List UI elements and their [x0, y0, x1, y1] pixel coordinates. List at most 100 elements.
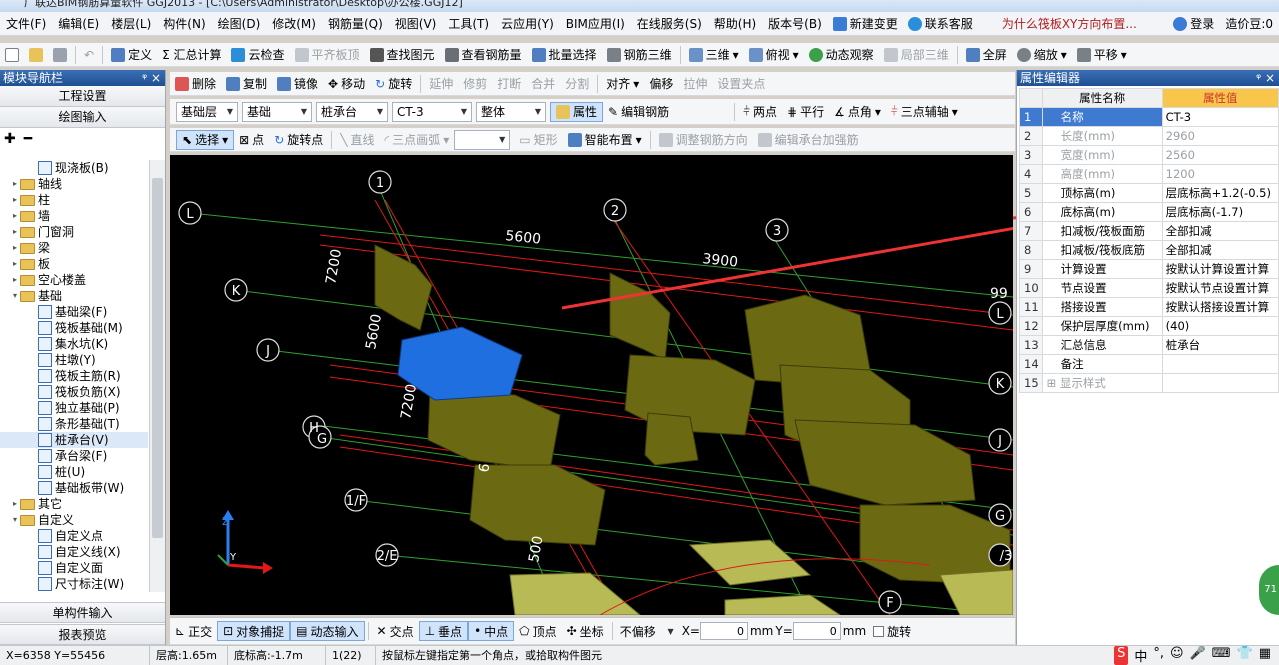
tree-folder[interactable]: ▸ 墙	[0, 208, 148, 224]
perpendicular-snap[interactable]: ⊥ 垂点	[418, 621, 469, 641]
element-select[interactable]: CT-3 ▼	[392, 101, 472, 122]
menu-rebar[interactable]: 钢筋量(Q)	[322, 15, 389, 32]
undo-button[interactable]: ↶	[79, 45, 99, 65]
save-button[interactable]	[48, 45, 72, 65]
property-value[interactable]: 2960	[1161, 126, 1279, 146]
tree-item[interactable]: 柱墩(Y)	[0, 352, 148, 368]
property-row[interactable]: 15 ⊞ 显示样式	[1019, 373, 1279, 393]
tree-item[interactable]: 尺寸标注(W)	[0, 576, 148, 592]
tree-item[interactable]: 现浇板(B)	[0, 160, 148, 176]
point-button[interactable]: ⊠ 点	[234, 130, 269, 150]
two-point-axis-button[interactable]: ⫩ 两点	[738, 102, 782, 122]
zoom-button[interactable]: 缩放 ▾	[1012, 45, 1072, 65]
merge-button[interactable]: 合并	[526, 74, 560, 94]
line-button[interactable]: ╲ 直线	[335, 130, 379, 150]
expand-toggle-icon[interactable]: ▾	[10, 512, 20, 528]
edit-cap-reinforcement-button[interactable]: 编辑承台加强筋	[753, 130, 864, 150]
rebar-3d-button[interactable]: 钢筋三维	[602, 45, 677, 65]
property-row[interactable]: 10 节点设置 按默认节点设置计算	[1019, 278, 1279, 298]
category-select[interactable]: 基础 ▼	[242, 101, 312, 122]
menu-bim[interactable]: BIM应用(I)	[560, 15, 631, 32]
tree-folder[interactable]: ▾ 自定义	[0, 512, 148, 528]
property-value[interactable]: CT-3	[1161, 107, 1279, 127]
expand-toggle-icon[interactable]: ▸	[10, 176, 20, 192]
menu-file[interactable]: 文件(F)	[0, 15, 52, 32]
project-settings-button[interactable]: 工程设置	[0, 86, 165, 107]
dynamic-input-toggle[interactable]: ▤ 动态输入	[290, 621, 365, 641]
three-point-axis-button[interactable]: ⫩ 三点辅轴 ▾	[886, 102, 963, 122]
expand-toggle-icon[interactable]: ▸	[10, 240, 20, 256]
drawing-canvas[interactable]: 1 2 3 L K J H G 1/F 2/E F L K J G /3 560…	[170, 155, 1013, 615]
trim-button[interactable]: 修剪	[458, 74, 492, 94]
ime-grid-icon[interactable]: ▦	[1259, 646, 1271, 665]
float-badge[interactable]: 71	[1259, 565, 1279, 615]
property-row[interactable]: 6 底标高(m) 层底标高(-1.7)	[1019, 202, 1279, 222]
tree-folder[interactable]: ▸ 空心楼盖	[0, 272, 148, 288]
property-row[interactable]: 13 汇总信息 桩承台	[1019, 335, 1279, 355]
tree-scrollbar[interactable]	[149, 160, 165, 592]
coordinate-snap[interactable]: ✣ 坐标	[562, 621, 609, 641]
expand-toggle-icon[interactable]: ▸	[10, 496, 20, 512]
tree-item[interactable]: 桩(U)	[0, 464, 148, 480]
rectangle-button[interactable]: ▭ 矩形	[514, 130, 562, 150]
expand-toggle-icon[interactable]: ▸	[10, 192, 20, 208]
local-3d-button[interactable]: 局部三维	[879, 45, 954, 65]
tree-folder[interactable]: ▸ 轴线	[0, 176, 148, 192]
property-row[interactable]: 12 保护层厚度(mm) (40)	[1019, 316, 1279, 336]
expand-toggle-icon[interactable]: ▸	[10, 272, 20, 288]
break-button[interactable]: 打断	[492, 74, 526, 94]
draw-input-button[interactable]: 绘图输入	[0, 107, 165, 128]
ime-logo-icon[interactable]: S	[1114, 646, 1129, 665]
menu-draw[interactable]: 绘图(D)	[212, 15, 267, 32]
type-select[interactable]: 桩承台 ▼	[316, 101, 388, 122]
mirror-button[interactable]: 镜像	[272, 74, 323, 94]
property-row[interactable]: 5 顶标高(m) 层底标高+1.2(-0.5)	[1019, 183, 1279, 203]
tree-folder[interactable]: ▸ 板	[0, 256, 148, 272]
define-button[interactable]: 定义	[106, 45, 157, 65]
orbit-button[interactable]: 动态观察	[804, 45, 879, 65]
tree-folder[interactable]: ▾ 基础	[0, 288, 148, 304]
property-row[interactable]: 3 宽度(mm) 2560	[1019, 145, 1279, 165]
tree-item[interactable]: 自定义面	[0, 560, 148, 576]
move-button[interactable]: ✥ 移动	[323, 74, 370, 94]
copy-button[interactable]: 复制	[221, 74, 272, 94]
property-value[interactable]: (40)	[1161, 316, 1279, 336]
expand-all-icon[interactable]: ✚	[4, 131, 16, 147]
summary-calc-button[interactable]: Σ 汇总计算	[157, 45, 226, 65]
property-row[interactable]: 8 扣减板/筏板底筋 全部扣减	[1019, 240, 1279, 260]
y-offset-input[interactable]	[792, 622, 841, 640]
property-value[interactable]	[1161, 373, 1279, 393]
split-button[interactable]: 分割	[560, 74, 594, 94]
top-view-button[interactable]: 俯视 ▾	[744, 45, 804, 65]
tree-folder[interactable]: ▸ 梁	[0, 240, 148, 256]
property-row[interactable]: 4 高度(mm) 1200	[1019, 164, 1279, 184]
tree-item[interactable]: 条形基础(T)	[0, 416, 148, 432]
tree-folder[interactable]: ▸ 门窗洞	[0, 224, 148, 240]
floor-select[interactable]: 基础层 ▼	[176, 101, 238, 122]
attributes-button[interactable]: 属性	[550, 101, 604, 122]
intersection-snap[interactable]: ✕ 交点	[372, 621, 419, 641]
cloud-check-button[interactable]: 云检查	[226, 45, 289, 65]
tree-item[interactable]: 独立基础(P)	[0, 400, 148, 416]
property-value[interactable]: 2560	[1161, 145, 1279, 165]
new-file-button[interactable]	[0, 45, 24, 65]
open-file-button[interactable]	[24, 45, 48, 65]
object-snap-toggle[interactable]: ⊡ 对象捕捉	[217, 621, 291, 641]
tree-folder[interactable]: ▸ 柱	[0, 192, 148, 208]
view-3d-button[interactable]: 三维 ▾	[684, 45, 744, 65]
select-button[interactable]: ⬉ 选择 ▾	[176, 129, 235, 150]
question-link[interactable]: 为什么筏板XY方向布置...	[996, 15, 1143, 32]
expand-toggle-icon[interactable]: ▾	[10, 288, 20, 304]
property-value[interactable]: 层底标高+1.2(-0.5)	[1161, 183, 1279, 203]
adjust-rebar-direction-button[interactable]: 调整钢筋方向	[654, 130, 753, 150]
find-element-button[interactable]: 查找图元	[365, 45, 440, 65]
vertex-snap[interactable]: ⬠ 顶点	[514, 621, 561, 641]
expand-toggle-icon[interactable]: ▸	[10, 256, 20, 272]
property-value[interactable]: 按默认节点设置计算	[1161, 278, 1279, 298]
menu-tools[interactable]: 工具(T)	[442, 15, 495, 32]
rotate-point-button[interactable]: ↻ 旋转点	[269, 130, 328, 150]
property-value[interactable]: 全部扣减	[1161, 240, 1279, 260]
tree-item[interactable]: 自定义线(X)	[0, 544, 148, 560]
menu-version[interactable]: 版本号(B)	[762, 15, 828, 32]
tree-folder[interactable]: ▸ 其它	[0, 496, 148, 512]
